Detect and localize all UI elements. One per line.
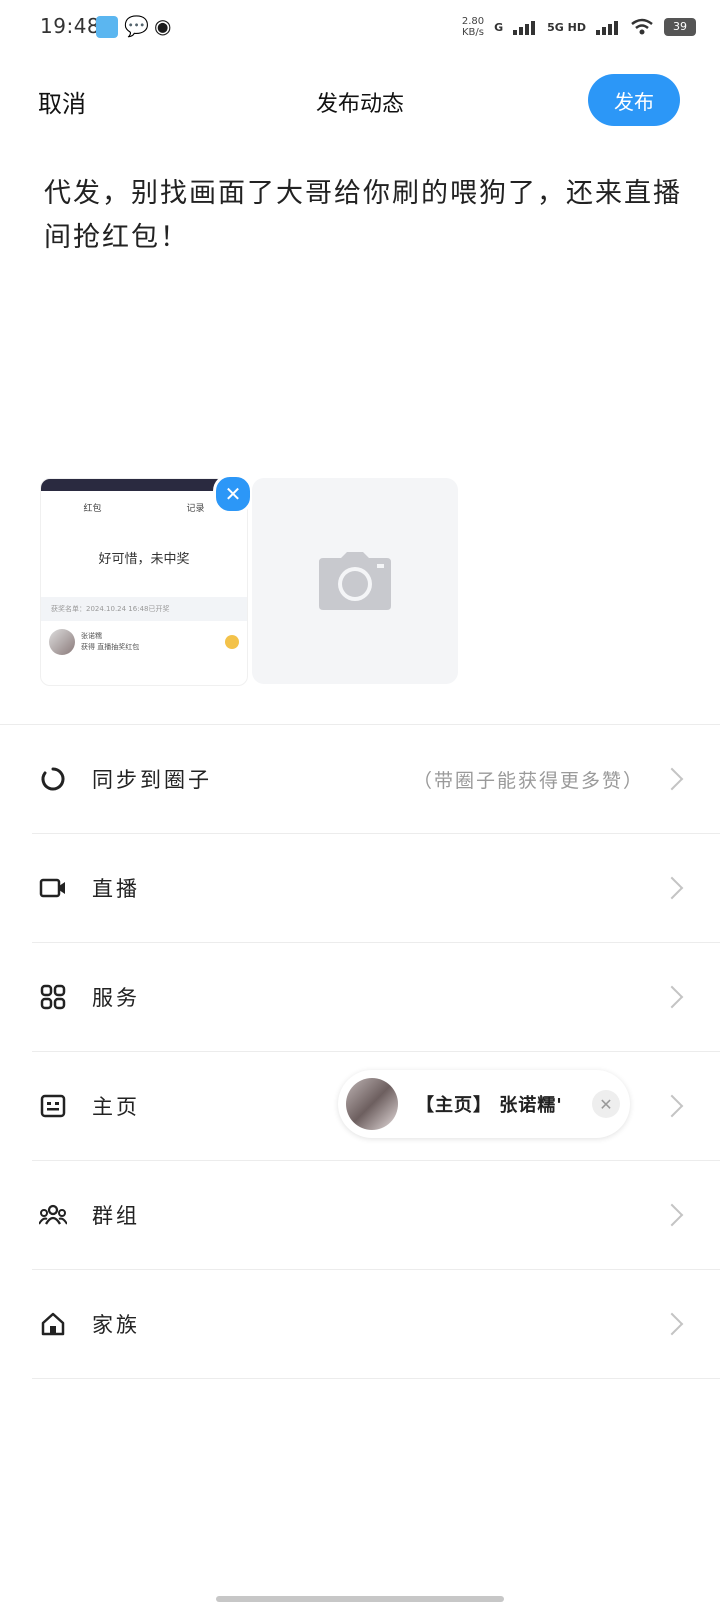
- thumb-avatar: [49, 629, 75, 655]
- row-service[interactable]: 服务: [32, 943, 720, 1052]
- close-icon: ✕: [224, 482, 242, 506]
- signal-g-label: G: [494, 20, 504, 34]
- row-homepage[interactable]: 主页 【主页】 张诺糯' ✕: [32, 1052, 720, 1161]
- add-photo-button[interactable]: [252, 478, 458, 684]
- group-people-icon: [38, 1200, 68, 1230]
- chevron-right-icon: [660, 876, 684, 900]
- thumb-headline: 好可惜，未中奖: [98, 552, 190, 567]
- close-icon: ✕: [599, 1094, 613, 1114]
- home-icon: [38, 1309, 68, 1339]
- homepage-chip[interactable]: 【主页】 张诺糯' ✕: [338, 1070, 630, 1138]
- publish-button[interactable]: 发布: [588, 74, 680, 126]
- video-camera-icon: [38, 873, 68, 903]
- id-card-icon: [38, 1091, 68, 1121]
- grid-apps-icon: [38, 982, 68, 1012]
- thumb-tab-record: 记录: [186, 504, 205, 514]
- attached-image-thumbnail[interactable]: 红包 记录 好可惜，未中奖 获奖名单：2024.10.24 16:48已开奖 张…: [40, 478, 248, 686]
- gift-icon: [225, 635, 239, 649]
- net-speed-unit: KB/s: [461, 27, 484, 38]
- row-label-group: 群组: [92, 1204, 140, 1228]
- wechat-icon: 💬: [124, 14, 149, 38]
- row-family[interactable]: 家族: [32, 1270, 720, 1379]
- homepage-chip-text: 【主页】 张诺糯': [416, 1095, 563, 1116]
- chevron-right-icon: [660, 985, 684, 1009]
- row-label-service: 服务: [92, 986, 140, 1010]
- thumb-winner-row: 张诺糯 获得 直播抽奖红包: [41, 621, 247, 655]
- thumb-info-bar: 获奖名单：2024.10.24 16:48已开奖: [41, 597, 247, 621]
- wifi-icon: [631, 18, 653, 35]
- remove-image-button[interactable]: ✕: [213, 474, 253, 514]
- chevron-right-icon: [660, 1203, 684, 1227]
- post-text-input[interactable]: 代发，别找画面了大哥给你刷的喂狗了，还来直播间抢红包！: [44, 172, 684, 260]
- row-group[interactable]: 群组: [32, 1161, 720, 1270]
- net-speed: 2.80 KB/s: [462, 16, 484, 38]
- row-sync-circle[interactable]: 同步到圈子 （带圈子能获得更多赞）: [32, 725, 720, 834]
- row-label-live: 直播: [92, 877, 140, 901]
- home-indicator[interactable]: [216, 1596, 504, 1602]
- chevron-right-icon: [660, 1312, 684, 1336]
- status-time: 19:48: [40, 14, 101, 38]
- net-speed-value: 2.80: [461, 16, 485, 27]
- chevron-right-icon: [660, 767, 684, 791]
- thumb-tab-redpacket: 红包: [83, 504, 102, 514]
- chevron-right-icon: [660, 1094, 684, 1118]
- row-label-sync: 同步到圈子: [92, 768, 212, 792]
- thumb-winner-note: 获得 直播抽奖红包: [81, 643, 140, 651]
- avatar: [346, 1078, 398, 1130]
- row-label-family: 家族: [92, 1313, 140, 1337]
- battery-indicator: 39: [664, 18, 696, 36]
- weibo-icon: ◉: [154, 14, 172, 38]
- signal-bars-5g-icon: [596, 21, 618, 35]
- row-label-homepage: 主页: [92, 1095, 140, 1119]
- camera-icon: [319, 552, 391, 610]
- row-hint-sync: （带圈子能获得更多赞）: [412, 769, 644, 792]
- signal-5g-label: 5G HD: [547, 20, 586, 34]
- app-notification-icon: [96, 16, 118, 38]
- thumb-winner-name: 张诺糯: [81, 632, 102, 640]
- status-bar: 19:48 💬 ◉ 2.80 KB/s G 5G HD 39: [0, 0, 720, 56]
- signal-bars-icon: [513, 21, 536, 35]
- circle-sync-icon: [38, 764, 68, 794]
- remove-homepage-button[interactable]: ✕: [592, 1090, 620, 1118]
- row-live[interactable]: 直播: [32, 834, 720, 943]
- status-right: 2.80 KB/s G 5G HD 39: [462, 12, 696, 42]
